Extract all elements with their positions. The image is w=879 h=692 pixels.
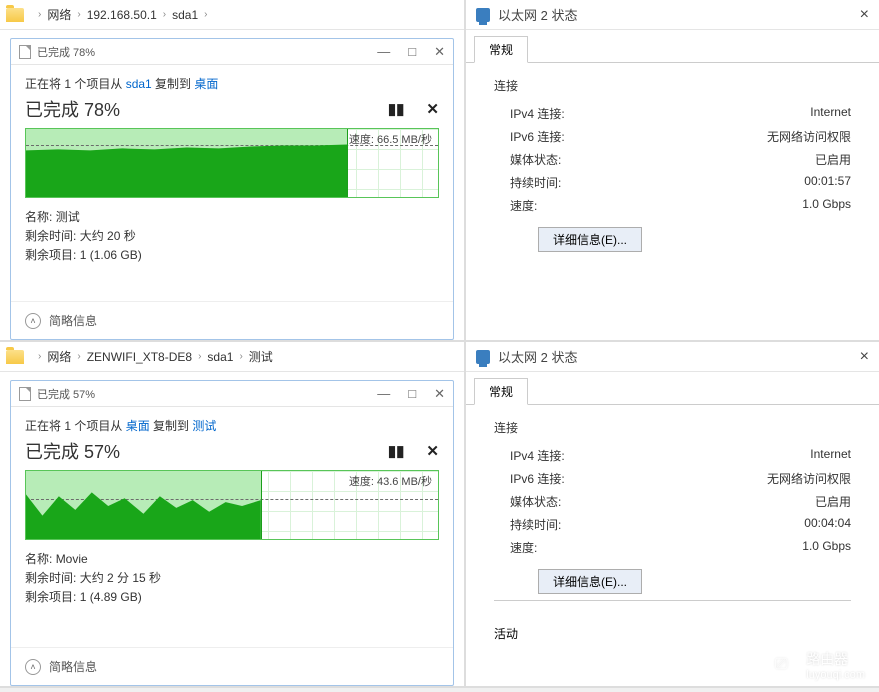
ethernet-icon (476, 350, 490, 364)
copy-progress-dialog: 已完成 78% — □ ✕ 正在将 1 个项目从 sda1 复制到 桌面 已完成… (10, 38, 454, 340)
item-name: Movie (56, 552, 88, 566)
speed-label: 速度: (510, 539, 537, 556)
media-label: 媒体状态: (510, 493, 561, 510)
media-label: 媒体状态: (510, 151, 561, 168)
copy-description: 正在将 1 个项目从 sda1 复制到 桌面 (25, 75, 439, 92)
speed-value: 速度: 66.5 MB/秒 (349, 131, 432, 147)
remaining-items: 1 (4.89 GB) (80, 590, 142, 604)
watermark: ⎚ 路由器 luyouqi.com (764, 648, 865, 682)
breadcrumb-item[interactable]: sda1 (172, 8, 198, 22)
duration-label: 持续时间: (510, 174, 561, 191)
breadcrumb-item[interactable]: 网络 (47, 6, 71, 23)
breadcrumb-item[interactable]: 网络 (47, 348, 71, 365)
ipv4-label: IPv4 连接: (510, 105, 565, 122)
tab-strip: 常规 (466, 30, 879, 63)
progress-percent: 已完成 78% (25, 96, 120, 122)
breadcrumb-item[interactable]: sda1 (207, 350, 233, 364)
ipv6-label: IPv6 连接: (510, 128, 565, 145)
duration-label: 持续时间: (510, 516, 561, 533)
source-link[interactable]: 桌面 (126, 419, 150, 433)
chevron-up-icon: ˄ (25, 313, 41, 329)
chevron-right-icon: › (163, 9, 166, 20)
copy-description: 正在将 1 个项目从 桌面 复制到 测试 (25, 417, 439, 434)
progress-percent: 已完成 57% (25, 438, 120, 464)
chevron-right-icon: › (204, 9, 207, 20)
duration-value: 00:01:57 (804, 174, 851, 191)
dialog-title: 已完成 57% (37, 386, 95, 402)
ipv6-value: 无网络访问权限 (767, 470, 851, 487)
minimize-button[interactable]: — (377, 44, 390, 60)
chevron-up-icon: ˄ (25, 659, 41, 675)
pause-button[interactable]: ▮▮ (388, 100, 405, 118)
document-icon (19, 387, 31, 401)
remaining-items: 1 (1.06 GB) (80, 248, 142, 262)
ipv4-label: IPv4 连接: (510, 447, 565, 464)
media-value: 已启用 (815, 151, 851, 168)
breadcrumb-item[interactable]: 192.168.50.1 (87, 8, 157, 22)
minimize-button[interactable]: — (377, 386, 390, 402)
maximize-button[interactable]: □ (408, 44, 416, 60)
speed-value: 速度: 43.6 MB/秒 (349, 473, 432, 489)
tab-general[interactable]: 常规 (474, 378, 528, 405)
close-button[interactable]: ✕ (434, 386, 445, 402)
breadcrumb-item[interactable]: 测试 (249, 348, 273, 365)
chevron-right-icon: › (239, 351, 242, 362)
dialog-titlebar[interactable]: 已完成 78% — □ ✕ (11, 39, 453, 65)
activity-section-label: 活动 (466, 617, 879, 642)
connection-section-label: 连接 (494, 77, 851, 94)
document-icon (19, 45, 31, 59)
breadcrumb[interactable]: › 网络 › 192.168.50.1 › sda1 › (0, 0, 464, 30)
duration-value: 00:04:04 (804, 516, 851, 533)
copy-progress-dialog: 已完成 57% — □ ✕ 正在将 1 个项目从 桌面 复制到 测试 已完成 5… (10, 380, 454, 686)
dialog-title: 已完成 78% (37, 44, 95, 60)
speed-chart: 速度: 66.5 MB/秒 (25, 128, 439, 198)
pause-button[interactable]: ▮▮ (388, 442, 405, 460)
chevron-right-icon: › (198, 351, 201, 362)
maximize-button[interactable]: □ (408, 386, 416, 402)
chevron-right-icon: › (38, 351, 41, 362)
ethernet-icon (476, 8, 490, 22)
dest-link[interactable]: 测试 (192, 419, 216, 433)
ipv6-value: 无网络访问权限 (767, 128, 851, 145)
brief-info-toggle[interactable]: ˄ 简略信息 (11, 301, 453, 339)
breadcrumb-item[interactable]: ZENWIFI_XT8-DE8 (87, 350, 192, 364)
status-titlebar[interactable]: 以太网 2 状态 × (466, 342, 879, 372)
folder-icon (6, 350, 24, 364)
source-link[interactable]: sda1 (126, 77, 152, 91)
ipv6-label: IPv6 连接: (510, 470, 565, 487)
item-name: 测试 (56, 210, 80, 224)
chevron-right-icon: › (38, 9, 41, 20)
close-button[interactable]: ✕ (434, 44, 445, 60)
tab-general[interactable]: 常规 (474, 36, 528, 63)
speed-value: 1.0 Gbps (802, 197, 851, 214)
brief-info-toggle[interactable]: ˄ 简略信息 (11, 647, 453, 685)
dest-link[interactable]: 桌面 (194, 77, 218, 91)
dialog-titlebar[interactable]: 已完成 57% — □ ✕ (11, 381, 453, 407)
details-button[interactable]: 详细信息(E)... (538, 569, 642, 594)
ipv4-value: Internet (810, 447, 851, 464)
speed-chart: 速度: 43.6 MB/秒 (25, 470, 439, 540)
tab-strip: 常规 (466, 372, 879, 405)
details-button[interactable]: 详细信息(E)... (538, 227, 642, 252)
speed-value: 1.0 Gbps (802, 539, 851, 556)
cancel-button[interactable]: ✕ (426, 100, 439, 118)
router-icon: ⎚ (764, 648, 798, 682)
remaining-time: 大约 20 秒 (80, 229, 136, 243)
ipv4-value: Internet (810, 105, 851, 122)
chevron-right-icon: › (77, 9, 80, 20)
status-titlebar[interactable]: 以太网 2 状态 × (466, 0, 879, 30)
status-title: 以太网 2 状态 (498, 347, 577, 366)
media-value: 已启用 (815, 493, 851, 510)
close-icon[interactable]: × (860, 348, 869, 366)
close-icon[interactable]: × (860, 6, 869, 24)
speed-label: 速度: (510, 197, 537, 214)
connection-section-label: 连接 (494, 419, 851, 436)
folder-icon (6, 8, 24, 22)
status-title: 以太网 2 状态 (498, 5, 577, 24)
remaining-time: 大约 2 分 15 秒 (80, 571, 161, 585)
cancel-button[interactable]: ✕ (426, 442, 439, 460)
breadcrumb[interactable]: › 网络 › ZENWIFI_XT8-DE8 › sda1 › 测试 (0, 342, 464, 372)
chevron-right-icon: › (77, 351, 80, 362)
